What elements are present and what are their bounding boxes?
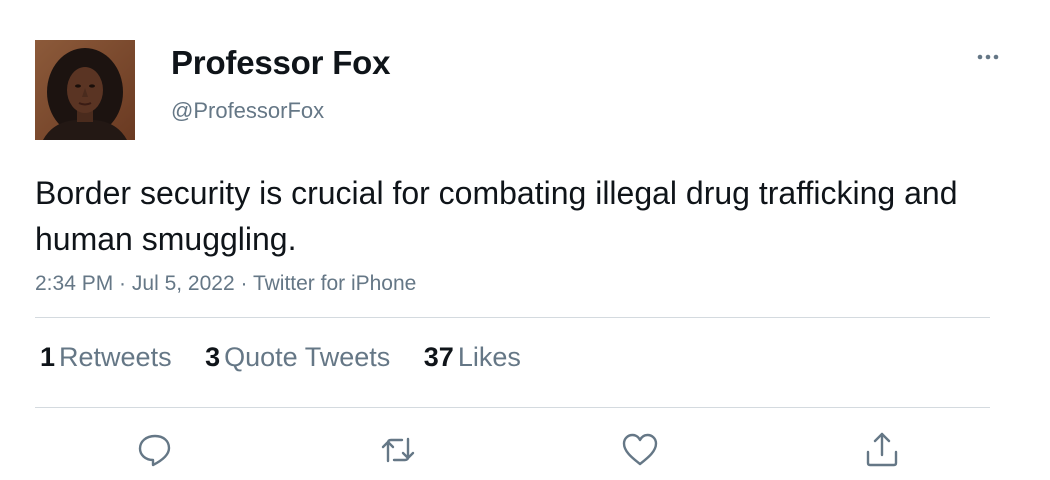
tweet-stats: 1 Retweets 3 Quote Tweets 37 Likes — [40, 342, 547, 373]
more-icon — [977, 54, 999, 60]
meta-separator: · — [113, 272, 132, 295]
retweets-label: Retweets — [59, 342, 172, 372]
tweet-text: Border security is crucial for combating… — [35, 175, 958, 257]
retweet-button[interactable] — [378, 430, 418, 470]
share-icon — [866, 432, 898, 467]
like-button[interactable] — [620, 430, 660, 470]
avatar[interactable] — [35, 40, 135, 140]
tweet-card: Professor Fox @ProfessorFox Border secur… — [0, 0, 1050, 480]
meta-separator: · — [234, 272, 253, 295]
more-options-button[interactable] — [968, 42, 1008, 72]
likes-label: Likes — [457, 342, 521, 372]
display-name[interactable]: Professor Fox — [171, 44, 390, 82]
profile-photo-icon — [35, 40, 135, 140]
retweets-stat[interactable]: 1 Retweets — [40, 342, 172, 373]
quote-tweets-label: Quote Tweets — [224, 342, 391, 372]
tweet-time[interactable]: 2:34 PM — [35, 272, 113, 295]
quote-tweets-stat[interactable]: 3 Quote Tweets — [205, 342, 390, 373]
reply-button[interactable] — [135, 430, 175, 470]
user-handle[interactable]: @ProfessorFox — [171, 98, 324, 124]
quote-tweets-count: 3 — [205, 342, 221, 372]
reply-icon — [138, 434, 171, 467]
tweet-date[interactable]: Jul 5, 2022 — [132, 272, 235, 295]
divider — [35, 407, 990, 408]
tweet-meta: 2:34 PM · Jul 5, 2022 · Twitter for iPho… — [35, 272, 416, 296]
retweet-icon — [381, 437, 415, 463]
likes-count: 37 — [423, 342, 454, 372]
heart-icon — [622, 433, 658, 466]
tweet-source[interactable]: Twitter for iPhone — [253, 272, 416, 295]
share-button[interactable] — [862, 430, 902, 470]
retweets-count: 1 — [40, 342, 56, 372]
likes-stat[interactable]: 37 Likes — [424, 342, 521, 373]
divider — [35, 317, 990, 318]
